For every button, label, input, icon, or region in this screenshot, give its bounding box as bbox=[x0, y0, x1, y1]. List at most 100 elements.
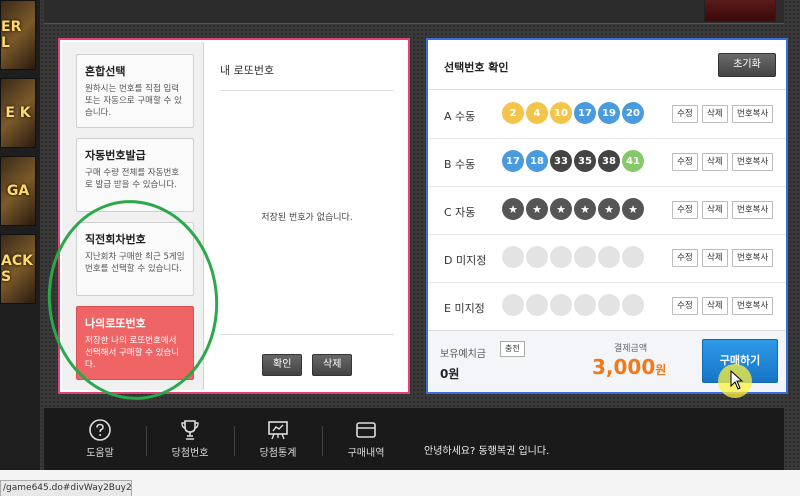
remove-button[interactable]: 삭제 bbox=[702, 249, 728, 267]
tab-desc: 저장한 나의 로또번호에서 선택해서 구매할 수 있습니다. bbox=[85, 336, 180, 370]
number-balls: 17 18 33 35 38 41 bbox=[502, 150, 644, 172]
game-row: A 수동 2 4 10 17 19 20 수정 삭제 번호복사 bbox=[428, 91, 786, 139]
empty-ball bbox=[622, 294, 644, 316]
remove-button[interactable]: 삭제 bbox=[702, 105, 728, 123]
nav-label: 도움말 bbox=[86, 448, 114, 459]
payment-amount: 3,000원 bbox=[592, 355, 666, 379]
nav-help[interactable]: 도움말 bbox=[56, 414, 144, 466]
auto-ball-star-icon: ★ bbox=[574, 198, 596, 220]
number-ball: 17 bbox=[502, 150, 524, 172]
my-numbers-title: 내 로또번호 bbox=[220, 64, 275, 77]
tab-mixed-select[interactable]: 혼합선택 원하시는 번호를 직접 입력 또는 자동으로 구매할 수 있습니다. bbox=[76, 54, 194, 128]
game-row-label: B 수동 bbox=[444, 158, 476, 171]
tab-auto-issue[interactable]: 자동번호발급 구매 수량 전체를 자동번호로 발급 받을 수 있습니다. bbox=[76, 138, 194, 212]
number-ball: 17 bbox=[574, 102, 596, 124]
selection-method-panel: 혼합선택 원하시는 번호를 직접 입력 또는 자동으로 구매할 수 있습니다. … bbox=[58, 38, 410, 394]
copy-numbers-button[interactable]: 번호복사 bbox=[732, 105, 774, 123]
confirm-button[interactable]: 확인 bbox=[262, 354, 303, 376]
deposit-label: 보유예치금 bbox=[440, 349, 486, 360]
tab-desc: 원하시는 번호를 직접 입력 또는 자동으로 구매할 수 있습니다. bbox=[85, 84, 182, 118]
buy-button[interactable]: 구매하기 bbox=[702, 339, 778, 383]
divider bbox=[220, 90, 394, 91]
game-row: D 미지정 수정 삭제 번호복사 bbox=[428, 235, 786, 283]
game-thumb-1[interactable]: ER L bbox=[0, 0, 36, 70]
game-row: B 수동 17 18 33 35 38 41 수정 삭제 번호복사 bbox=[428, 139, 786, 187]
tab-previous-round[interactable]: 직전회차번호 지난회차 구매한 최근 5게임 번호를 선택할 수 있습니다. bbox=[76, 222, 194, 296]
game-thumb-label: ER L bbox=[1, 19, 22, 51]
number-ball: 33 bbox=[550, 150, 572, 172]
edit-button[interactable]: 수정 bbox=[672, 201, 698, 219]
empty-message: 저장된 번호가 없습니다. bbox=[261, 213, 353, 223]
nav-purchase-history[interactable]: 구매내역 bbox=[322, 414, 410, 466]
payment-value: 3,000 bbox=[592, 355, 656, 379]
greeting-text: 안녕하세요? 동행복권 입니다. bbox=[424, 446, 550, 457]
edit-button[interactable]: 수정 bbox=[672, 105, 698, 123]
help-icon bbox=[89, 419, 111, 441]
bottom-nav: 도움말 당첨번호 당첨통계 구매내역 안녕하세요? 동행복권 입니다. bbox=[44, 408, 784, 470]
edit-button[interactable]: 수정 bbox=[672, 153, 698, 171]
game-thumb-label: ACK S bbox=[1, 253, 33, 285]
number-ball: 35 bbox=[574, 150, 596, 172]
delete-button[interactable]: 삭제 bbox=[312, 354, 353, 376]
number-balls: ★ ★ ★ ★ ★ ★ bbox=[502, 198, 644, 220]
game-row-label: C 자동 bbox=[444, 206, 476, 219]
number-balls bbox=[502, 294, 644, 316]
reset-button[interactable]: 초기화 bbox=[718, 53, 776, 77]
nav-winning-stats[interactable]: 당첨통계 bbox=[234, 414, 322, 466]
game-thumb-label: E K bbox=[5, 105, 31, 121]
nav-label: 구매내역 bbox=[347, 448, 385, 459]
game-thumb-4[interactable]: ACK S bbox=[0, 234, 36, 304]
number-ball: 20 bbox=[622, 102, 644, 124]
game-thumb-3[interactable]: GA bbox=[0, 156, 36, 226]
auto-ball-star-icon: ★ bbox=[598, 198, 620, 220]
nav-label: 당첨통계 bbox=[259, 448, 297, 459]
top-strip bbox=[44, 0, 784, 24]
nav-label: 당첨번호 bbox=[171, 448, 209, 459]
auto-ball-star-icon: ★ bbox=[502, 198, 524, 220]
game-thumb-2[interactable]: E K bbox=[0, 78, 36, 148]
game-row-label: E 미지정 bbox=[444, 302, 485, 315]
nav-winning-numbers[interactable]: 당첨번호 bbox=[146, 414, 234, 466]
empty-ball bbox=[550, 246, 572, 268]
my-numbers-area: 내 로또번호 저장된 번호가 없습니다. 확인 삭제 bbox=[206, 42, 408, 390]
copy-numbers-button[interactable]: 번호복사 bbox=[732, 201, 774, 219]
empty-ball bbox=[550, 294, 572, 316]
empty-ball bbox=[526, 294, 548, 316]
selected-numbers-panel: 선택번호 확인 초기화 A 수동 2 4 10 17 19 20 수정 삭제 번호복사 B 수동 17… bbox=[426, 38, 788, 394]
number-ball: 38 bbox=[598, 150, 620, 172]
game-row-label: D 미지정 bbox=[444, 254, 487, 267]
game-thumb-label: GA bbox=[6, 183, 30, 199]
remove-button[interactable]: 삭제 bbox=[702, 297, 728, 315]
number-ball: 4 bbox=[526, 102, 548, 124]
auto-ball-star-icon: ★ bbox=[622, 198, 644, 220]
deposit-value: 0원 bbox=[440, 367, 460, 381]
top-close-button[interactable] bbox=[704, 0, 776, 22]
number-ball: 2 bbox=[502, 102, 524, 124]
empty-ball bbox=[622, 246, 644, 268]
copy-numbers-button[interactable]: 번호복사 bbox=[732, 249, 774, 267]
game-row-label: A 수동 bbox=[444, 110, 476, 123]
chart-board-icon bbox=[268, 421, 288, 440]
remove-button[interactable]: 삭제 bbox=[702, 201, 728, 219]
payment-unit: 원 bbox=[655, 363, 667, 377]
empty-ball bbox=[502, 246, 524, 268]
payment-label: 결제금액 bbox=[614, 344, 648, 354]
edit-button[interactable]: 수정 bbox=[672, 249, 698, 267]
tab-my-lotto-numbers[interactable]: 나의로또번호 저장한 나의 로또번호에서 선택해서 구매할 수 있습니다. bbox=[76, 306, 194, 380]
remove-button[interactable]: 삭제 bbox=[702, 153, 728, 171]
game-row: C 자동 ★ ★ ★ ★ ★ ★ 수정 삭제 번호복사 bbox=[428, 187, 786, 235]
auto-ball-star-icon: ★ bbox=[550, 198, 572, 220]
number-balls bbox=[502, 246, 644, 268]
charge-button[interactable]: 충전 bbox=[500, 341, 525, 357]
trophy-icon bbox=[181, 420, 199, 440]
divider bbox=[220, 334, 394, 335]
tab-title: 혼합선택 bbox=[85, 65, 126, 78]
tab-title: 직전회차번호 bbox=[85, 233, 146, 246]
copy-numbers-button[interactable]: 번호복사 bbox=[732, 297, 774, 315]
panel-title: 선택번호 확인 bbox=[444, 61, 509, 74]
edit-button[interactable]: 수정 bbox=[672, 297, 698, 315]
copy-numbers-button[interactable]: 번호복사 bbox=[732, 153, 774, 171]
auto-ball-star-icon: ★ bbox=[526, 198, 548, 220]
empty-ball bbox=[502, 294, 524, 316]
tab-desc: 구매 수량 전체를 자동번호로 발급 받을 수 있습니다. bbox=[85, 168, 180, 190]
